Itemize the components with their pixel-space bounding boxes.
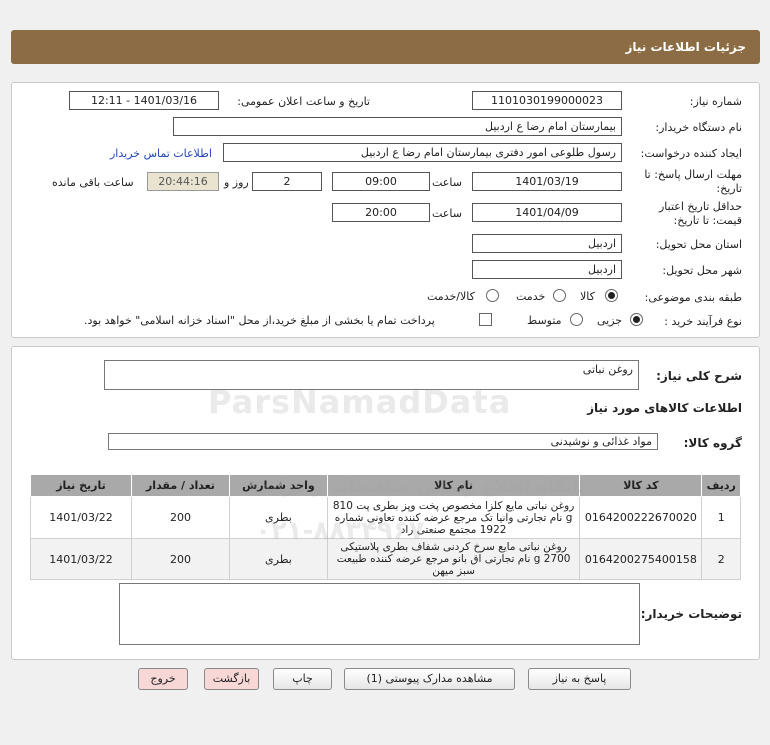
cell-code: 0164200275400158 <box>579 538 703 580</box>
validity-time-field: 20:00 <box>332 203 430 222</box>
buyer-org-field: بیمارستان امام رضا ع اردبیل <box>173 117 622 136</box>
process-option-medium: متوسط <box>527 314 562 327</box>
page-title: جزئیات اطلاعات نیاز <box>625 40 746 54</box>
validity-label-line1: حداقل تاریخ اعتبار <box>658 200 742 213</box>
validity-label-line2: قیمت: تا تاریخ: <box>673 214 742 227</box>
process-radio-minor[interactable] <box>630 313 643 326</box>
city-label: شهر محل تحویل: <box>662 264 742 277</box>
deadline-date-field: 1401/03/19 <box>472 172 622 191</box>
process-radio-medium[interactable] <box>570 313 583 326</box>
deadline-time-field: 09:00 <box>332 172 430 191</box>
deadline-time-label: ساعت <box>432 176 462 189</box>
announce-label: تاریخ و ساعت اعلان عمومی: <box>237 95 370 108</box>
cell-name: روغن نباتی مایع کلزا مخصوص پخت وپز بطری … <box>326 496 581 539</box>
col-header-code: کد کالا <box>579 474 703 497</box>
col-header-qty: تعداد / مقدار <box>131 474 230 497</box>
requester-label: ایجاد کننده درخواست: <box>640 147 742 160</box>
deadline-label-line2: تاریخ: <box>716 182 742 195</box>
goods-info-title: اطلاعات کالاهای مورد نیاز <box>587 401 742 415</box>
category-label: طبقه بندی موضوعی: <box>644 291 742 304</box>
buyer-notes-field <box>119 583 640 645</box>
exit-button[interactable]: خروج <box>138 668 188 690</box>
cell-unit: بطری <box>228 496 328 539</box>
cell-row: 1 <box>701 496 741 539</box>
cell-qty: 200 <box>131 538 230 580</box>
buyer-contact-link[interactable]: اطلاعات تماس خریدار <box>110 147 212 160</box>
page-header: جزئیات اطلاعات نیاز <box>11 30 760 64</box>
col-header-name: نام کالا <box>326 474 581 497</box>
cell-date: 1401/03/22 <box>30 496 132 539</box>
buyer-notes-label: توضیحات خریدار: <box>640 607 742 621</box>
print-button[interactable]: چاپ <box>273 668 332 690</box>
requester-field: رسول طلوعی امور دفتری بیمارستان امام رضا… <box>223 143 622 162</box>
col-header-row: ردیف <box>701 474 741 497</box>
process-label: نوع فرآیند خرید : <box>664 315 742 328</box>
category-radio-goods[interactable] <box>605 289 618 302</box>
col-header-unit: واحد شمارش <box>228 474 328 497</box>
goods-table: ردیف کد کالا نام کالا واحد شمارش تعداد /… <box>30 474 741 580</box>
back-button[interactable]: بازگشت <box>204 668 259 690</box>
cell-date: 1401/03/22 <box>30 538 132 580</box>
process-option-minor: جزیی <box>597 314 623 327</box>
cell-name: روغن نباتی مایع سرخ کردنی شفاف بطری پلاس… <box>326 538 581 580</box>
cell-code: 0164200222670020 <box>579 496 703 539</box>
buyer-org-label: نام دستگاه خریدار: <box>655 121 742 134</box>
deadline-label-line1: مهلت ارسال پاسخ: تا <box>644 168 742 181</box>
days-label: روز و <box>224 176 249 189</box>
category-radio-service[interactable] <box>553 289 566 302</box>
attachments-button[interactable]: مشاهده مدارک پیوستی (1) <box>344 668 515 690</box>
description-field: روغن نباتی <box>104 360 639 390</box>
city-field: اردبیل <box>472 260 622 279</box>
treasury-payment-checkbox[interactable] <box>479 313 492 326</box>
goods-group-field: مواد غذائی و نوشیدنی <box>108 433 658 450</box>
days-field: 2 <box>252 172 322 191</box>
category-radio-goods-service[interactable] <box>486 289 499 302</box>
cell-unit: بطری <box>228 538 328 580</box>
category-option-service: خدمت <box>516 290 546 303</box>
description-label: شرح کلی نیاز: <box>656 369 742 383</box>
reply-button[interactable]: پاسخ به نیاز <box>528 668 631 690</box>
province-label: استان محل تحویل: <box>655 238 742 251</box>
category-option-goods-service: کالا/خدمت <box>427 290 475 303</box>
col-header-date: تاریخ نیاز <box>30 474 132 497</box>
table-row[interactable]: 1 0164200222670020 روغن نباتی مایع کلزا … <box>30 496 741 539</box>
cell-qty: 200 <box>131 496 230 539</box>
table-row[interactable]: 2 0164200275400158 روغن نباتی مایع سرخ ک… <box>30 538 741 580</box>
remaining-time-field: 20:44:16 <box>147 172 219 191</box>
province-field: اردبیل <box>472 234 622 253</box>
treasury-payment-note: پرداخت تمام یا بخشی از مبلغ خرید،از محل … <box>84 314 435 327</box>
goods-group-label: گروه کالا: <box>683 436 742 450</box>
remaining-label: ساعت باقی مانده <box>52 176 134 189</box>
need-number-label: شماره نیاز: <box>689 95 742 108</box>
cell-row: 2 <box>701 538 741 580</box>
need-number-field: 1101030199000023 <box>472 91 622 110</box>
validity-time-label: ساعت <box>432 207 462 220</box>
validity-date-field: 1401/04/09 <box>472 203 622 222</box>
category-option-goods: کالا <box>580 290 595 303</box>
table-header-row: ردیف کد کالا نام کالا واحد شمارش تعداد /… <box>30 474 741 497</box>
announce-date-field: 1401/03/16 - 12:11 <box>69 91 219 110</box>
